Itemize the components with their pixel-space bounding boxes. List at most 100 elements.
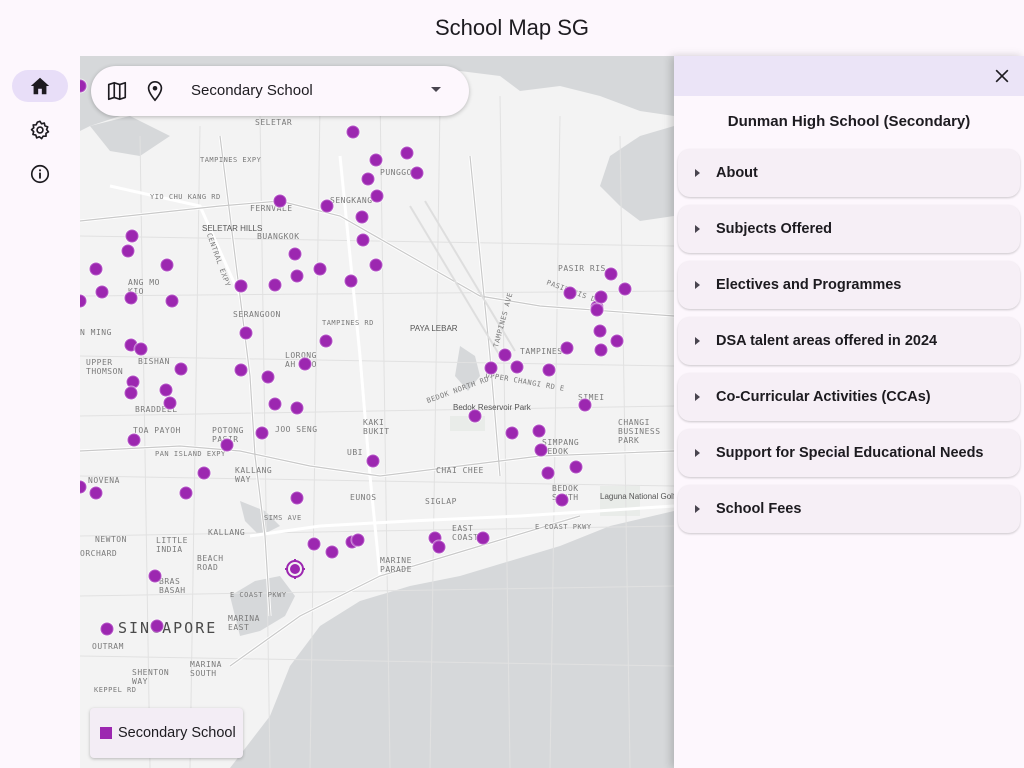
school-marker[interactable]	[288, 247, 302, 261]
school-level-dropdown[interactable]: Secondary School	[191, 82, 313, 99]
nav-settings-button[interactable]	[12, 114, 68, 146]
map-label: PASIR RIS	[558, 264, 606, 273]
section-ccas[interactable]: Co-Curricular Activities (CCAs)	[678, 373, 1020, 421]
school-marker[interactable]	[121, 244, 135, 258]
school-marker[interactable]	[534, 443, 548, 457]
school-marker[interactable]	[174, 362, 188, 376]
school-marker[interactable]	[593, 324, 607, 338]
section-electives-programmes[interactable]: Electives and Programmes	[678, 261, 1020, 309]
map-view[interactable]: SELETAR TAMPINES EXPY YIO CHU KANG RD FE…	[80, 56, 674, 768]
school-marker[interactable]	[89, 486, 103, 500]
map-label: KALLANG WAY	[235, 466, 273, 484]
school-marker[interactable]	[569, 460, 583, 474]
school-marker[interactable]	[356, 233, 370, 247]
nav-home-button[interactable]	[12, 70, 68, 102]
school-marker[interactable]	[505, 426, 519, 440]
section-about[interactable]: About	[678, 149, 1020, 197]
school-marker[interactable]	[148, 569, 162, 583]
school-marker[interactable]	[594, 343, 608, 357]
school-marker[interactable]	[532, 424, 546, 438]
school-marker[interactable]	[124, 386, 138, 400]
school-marker[interactable]	[89, 262, 103, 276]
school-marker[interactable]	[307, 537, 321, 551]
school-marker[interactable]	[124, 291, 138, 305]
school-marker[interactable]	[290, 401, 304, 415]
school-marker[interactable]	[313, 262, 327, 276]
school-marker[interactable]	[578, 398, 592, 412]
school-marker[interactable]	[95, 285, 109, 299]
school-marker[interactable]	[498, 348, 512, 362]
nav-info-button[interactable]	[12, 158, 68, 190]
section-school-fees[interactable]: School Fees	[678, 485, 1020, 533]
school-marker[interactable]	[290, 491, 304, 505]
school-marker[interactable]	[220, 438, 234, 452]
school-marker[interactable]	[370, 189, 384, 203]
school-marker[interactable]	[127, 433, 141, 447]
school-marker[interactable]	[604, 267, 618, 281]
school-marker[interactable]	[510, 360, 524, 374]
map-legend: Secondary School	[90, 708, 243, 758]
expand-caret-icon	[695, 449, 700, 457]
school-marker[interactable]	[346, 125, 360, 139]
school-marker[interactable]	[410, 166, 424, 180]
school-marker[interactable]	[179, 486, 193, 500]
school-marker[interactable]	[150, 619, 164, 633]
school-marker[interactable]	[400, 146, 414, 160]
school-marker[interactable]	[432, 540, 446, 554]
school-marker[interactable]	[563, 286, 577, 300]
section-label: Support for Special Educational Needs	[716, 445, 984, 461]
school-marker[interactable]	[476, 531, 490, 545]
school-marker[interactable]	[541, 466, 555, 480]
navigation-rail	[0, 56, 80, 768]
legend-label: Secondary School	[118, 725, 236, 741]
school-marker[interactable]	[542, 363, 556, 377]
school-marker[interactable]	[159, 383, 173, 397]
school-marker[interactable]	[366, 454, 380, 468]
school-marker[interactable]	[361, 172, 375, 186]
school-marker[interactable]	[268, 278, 282, 292]
section-dsa-talent-areas[interactable]: DSA talent areas offered in 2024	[678, 317, 1020, 365]
school-marker[interactable]	[125, 229, 139, 243]
chevron-down-icon[interactable]	[431, 87, 441, 92]
school-marker[interactable]	[165, 294, 179, 308]
school-marker[interactable]	[344, 274, 358, 288]
school-marker[interactable]	[298, 357, 312, 371]
location-button[interactable]	[143, 79, 167, 103]
school-marker[interactable]	[618, 282, 632, 296]
school-marker[interactable]	[560, 341, 574, 355]
school-marker[interactable]	[325, 545, 339, 559]
school-marker[interactable]	[484, 361, 498, 375]
details-sections: About Subjects Offered Electives and Pro…	[674, 149, 1024, 533]
school-marker[interactable]	[234, 279, 248, 293]
map-label: BISHAN	[138, 357, 170, 366]
section-special-educational-needs[interactable]: Support for Special Educational Needs	[678, 429, 1020, 477]
school-marker[interactable]	[369, 153, 383, 167]
school-marker[interactable]	[468, 409, 482, 423]
school-marker[interactable]	[610, 334, 624, 348]
school-marker[interactable]	[268, 397, 282, 411]
school-marker[interactable]	[355, 210, 369, 224]
school-marker[interactable]	[594, 290, 608, 304]
school-marker[interactable]	[590, 303, 604, 317]
selected-school-marker[interactable]	[285, 559, 305, 579]
school-marker[interactable]	[555, 493, 569, 507]
map-view-button[interactable]	[105, 79, 129, 103]
school-marker[interactable]	[134, 342, 148, 356]
school-marker[interactable]	[100, 622, 114, 636]
school-marker[interactable]	[163, 396, 177, 410]
school-marker[interactable]	[320, 199, 334, 213]
school-marker[interactable]	[290, 269, 304, 283]
school-marker[interactable]	[319, 334, 333, 348]
school-marker[interactable]	[239, 326, 253, 340]
school-marker[interactable]	[369, 258, 383, 272]
school-marker[interactable]	[273, 194, 287, 208]
school-marker[interactable]	[234, 363, 248, 377]
school-marker[interactable]	[197, 466, 211, 480]
section-subjects-offered[interactable]: Subjects Offered	[678, 205, 1020, 253]
school-marker[interactable]	[261, 370, 275, 384]
school-marker[interactable]	[160, 258, 174, 272]
expand-caret-icon	[695, 337, 700, 345]
school-marker[interactable]	[351, 533, 365, 547]
close-panel-button[interactable]	[990, 64, 1014, 88]
school-marker[interactable]	[255, 426, 269, 440]
